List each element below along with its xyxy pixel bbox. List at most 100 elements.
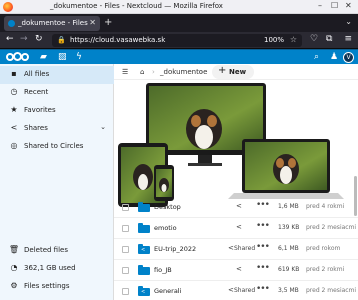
nextcloud-favicon-icon [8, 20, 15, 27]
file-size: 1,6 MB [278, 203, 299, 210]
chevron-down-icon[interactable]: ⌄ [100, 123, 106, 131]
file-modified: pred 2 rokmi [306, 266, 345, 273]
activity-app-icon[interactable]: ϟ [76, 52, 82, 62]
files-main: ☰ ⌂ › _dokumentoe › + New Desktop < ••• … [114, 64, 358, 300]
breadcrumb-separator: › [200, 68, 203, 76]
tab-label: _dokumentoe - Files - Ne [18, 19, 88, 27]
url-bar[interactable]: 🔒 https://cloud.vasawebka.sk 100% ☆ [52, 34, 302, 47]
reload-button[interactable]: ↻ [35, 34, 43, 44]
maximize-button[interactable]: ☐ [331, 1, 338, 10]
shared-folder-icon: < [138, 244, 150, 254]
breadcrumb-separator: › [152, 68, 155, 76]
more-actions-icon[interactable]: ••• [256, 221, 270, 231]
more-actions-icon[interactable]: ••• [256, 200, 270, 210]
more-actions-icon[interactable]: ••• [256, 284, 270, 294]
close-window-button[interactable]: ✕ [345, 1, 352, 10]
gear-icon: ⚙ [10, 281, 18, 290]
circles-icon: ◎ [10, 141, 18, 150]
bookmark-star-icon[interactable]: ☆ [290, 35, 297, 44]
file-size: 619 KB [278, 266, 300, 273]
back-button[interactable]: ← [6, 34, 14, 44]
share-icon[interactable]: < [228, 244, 234, 252]
folder-icon [138, 265, 150, 275]
file-name[interactable]: Generali [154, 287, 181, 295]
minimize-button[interactable]: – [318, 1, 322, 10]
row-checkbox[interactable] [122, 267, 129, 274]
share-icon: < [10, 123, 18, 132]
sidebar-item-label: Deleted files [24, 246, 68, 254]
file-name[interactable]: EU-trip_2022 [154, 245, 196, 253]
table-row[interactable]: < Generali < Shared ••• 3,5 MB pred 2 me… [114, 281, 358, 300]
file-modified: pred 2 mesiacmi [306, 287, 357, 294]
home-icon[interactable]: ⌂ [140, 68, 144, 76]
tab-strip: _dokumentoe - Files - Ne ✕ + ⌄ [0, 14, 358, 32]
sidebar-item-label: Files settings [24, 282, 70, 290]
sidebar-item-label: All files [24, 70, 50, 78]
row-checkbox[interactable] [122, 225, 129, 232]
sidebar-item-files-settings[interactable]: ⚙ Files settings [0, 278, 114, 296]
scrollbar[interactable] [354, 176, 357, 216]
extensions-icon[interactable]: ⧉ [326, 34, 332, 44]
sidebar-item-shared-to-circles[interactable]: ◎ Shared to Circles [0, 138, 114, 156]
sidebar-item-recent[interactable]: ◷ Recent [0, 84, 114, 102]
folder-icon: ▪ [11, 69, 17, 78]
trash-icon: 🗑 [8, 245, 20, 254]
share-icon[interactable]: < [228, 286, 234, 294]
toggle-sidebar-icon[interactable]: ☰ [122, 68, 128, 76]
devices-illustration [114, 81, 358, 209]
sidebar-item-label: 362,1 GB used [24, 264, 76, 272]
sidebar-item-shares[interactable]: < Shares ⌄ [0, 120, 114, 138]
more-actions-icon[interactable]: ••• [256, 263, 270, 273]
window-title: _dokumentoe - Files - Nextcloud — Mozill… [50, 2, 223, 10]
close-tab-button[interactable]: ✕ [89, 18, 96, 27]
sidebar-item-label: Shared to Circles [24, 142, 84, 150]
share-icon[interactable]: < [236, 223, 242, 231]
sidebar-item-label: Favorites [24, 106, 56, 114]
table-row[interactable]: < EU-trip_2022 < Shared ••• 6,1 MB pred … [114, 239, 358, 260]
shared-label[interactable]: Shared [234, 287, 255, 294]
file-name[interactable]: emotio [154, 224, 177, 232]
shared-folder-icon: < [138, 286, 150, 296]
pocket-icon[interactable]: ♡ [310, 34, 318, 44]
browser-tab[interactable]: _dokumentoe - Files - Ne ✕ [4, 16, 100, 31]
file-size: 139 KB [278, 224, 300, 231]
url-text[interactable]: https://cloud.vasawebka.sk [70, 36, 165, 44]
folder-icon [138, 202, 150, 212]
file-name[interactable]: Desktop [154, 203, 181, 211]
firefox-window: _dokumentoe - Files - Nextcloud — Mozill… [0, 0, 358, 300]
sidebar-item-quota[interactable]: ◔ 362,1 GB used [0, 260, 114, 278]
new-tab-button[interactable]: + [104, 17, 112, 28]
shared-label[interactable]: Shared [234, 245, 255, 252]
forward-button[interactable]: → [20, 34, 28, 44]
more-actions-icon[interactable]: ••• [256, 242, 270, 252]
file-size: 3,5 MB [278, 287, 299, 294]
clock-icon: ◷ [10, 87, 18, 96]
navigation-toolbar: ← → ↻ 🔒 https://cloud.vasawebka.sk 100% … [0, 32, 358, 49]
sidebar-item-label: Shares [24, 124, 48, 132]
row-checkbox[interactable] [122, 246, 129, 253]
app-menu-button[interactable]: ≡ [344, 34, 352, 44]
nextcloud-logo-icon[interactable] [6, 52, 29, 62]
share-icon[interactable]: < [236, 265, 242, 273]
row-checkbox[interactable] [122, 204, 129, 211]
photos-app-icon[interactable]: ▨ [58, 52, 67, 62]
files-app-icon[interactable]: ▰ [40, 52, 47, 62]
table-row[interactable]: emotio < ••• 139 KB pred 2 mesiacmi [114, 218, 358, 239]
share-icon[interactable]: < [236, 202, 242, 210]
contacts-icon[interactable]: ♟ [330, 52, 338, 62]
search-icon[interactable]: ⌕ [314, 52, 319, 62]
file-modified: pred 4 rokmi [306, 203, 345, 210]
zoom-level[interactable]: 100% [264, 36, 284, 44]
sidebar-item-deleted-files[interactable]: 🗑 Deleted files [0, 242, 114, 260]
table-row[interactable]: Desktop < ••• 1,6 MB pred 4 rokmi [114, 197, 358, 218]
list-all-tabs-button[interactable]: ⌄ [345, 17, 352, 26]
table-row[interactable]: fio_JB < ••• 619 KB pred 2 rokmi [114, 260, 358, 281]
file-name[interactable]: fio_JB [154, 266, 172, 274]
row-checkbox[interactable] [122, 288, 129, 295]
user-avatar[interactable]: V [343, 52, 354, 63]
file-size: 6,1 MB [278, 245, 299, 252]
new-button[interactable]: + New [212, 65, 254, 79]
sidebar-item-favorites[interactable]: ★ Favorites [0, 102, 114, 120]
sidebar-item-all-files[interactable]: ▪ All files [0, 66, 114, 84]
sidebar-item-label: Recent [24, 88, 49, 96]
